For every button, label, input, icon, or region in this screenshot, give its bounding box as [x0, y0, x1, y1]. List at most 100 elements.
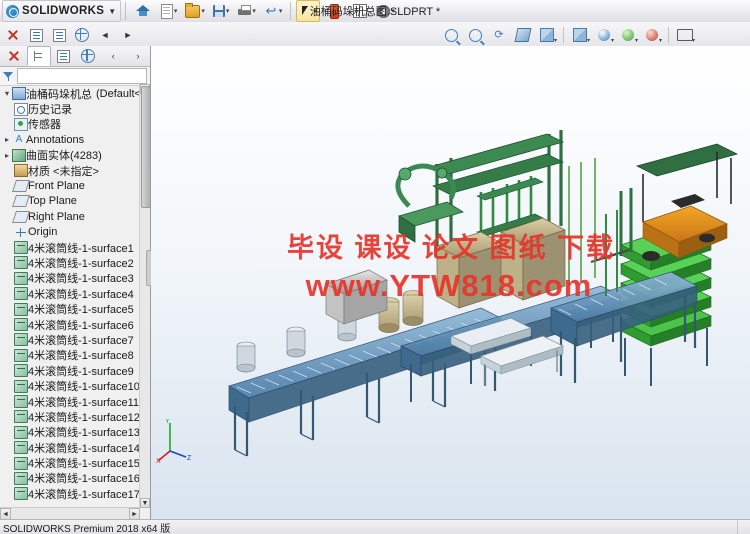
tree-row-surface12[interactable]: 4米滚筒线-1-surface12	[0, 409, 140, 424]
chevron-down-icon[interactable]: ▼	[108, 7, 116, 16]
apply-scene-button[interactable]: ▾	[641, 24, 663, 46]
sidebar-item-property-manager[interactable]	[52, 46, 76, 66]
expander-icon[interactable]: ▾	[2, 89, 12, 98]
zoom-to-area-button[interactable]	[440, 24, 462, 46]
chevron-down-icon[interactable]: ▾	[201, 7, 205, 15]
close-icon	[7, 49, 21, 63]
print-button[interactable]: ▾	[235, 0, 259, 22]
tree-row-annotations[interactable]: ▸ A Annotations	[0, 132, 140, 147]
tree-filter-button[interactable]	[2, 24, 24, 46]
tree-item-label: 材质 <未指定>	[28, 165, 99, 178]
chevron-down-icon[interactable]: ▾	[611, 37, 614, 44]
origin-icon	[14, 227, 28, 238]
new-document-button[interactable]: ▾	[157, 0, 181, 22]
view-orientation-icon	[540, 28, 554, 42]
chevron-down-icon[interactable]: ▾	[174, 7, 178, 15]
expander-icon[interactable]: ▸	[2, 135, 12, 144]
print-icon	[238, 5, 252, 17]
hide-show-items-button[interactable]: ▾	[593, 24, 615, 46]
graphics-viewport[interactable]: 毕设 课设 论文 图纸 下载 www.YTW818.com X Y Z	[151, 46, 750, 520]
full-screen-button[interactable]: ▾	[674, 24, 696, 46]
tree-row-material[interactable]: 材质 <未指定>	[0, 163, 140, 178]
tree-row-surface16[interactable]: 4米滚筒线-1-surface16	[0, 471, 140, 486]
settings-button[interactable]: ▾	[374, 0, 398, 22]
sidebar-item-configuration-manager[interactable]	[76, 46, 100, 66]
status-resize-grip[interactable]	[737, 520, 750, 534]
view-orientation-button[interactable]: ▾	[536, 24, 558, 46]
home-icon	[136, 5, 151, 17]
chevron-down-icon[interactable]: ▾	[226, 7, 230, 15]
home-button[interactable]	[131, 0, 155, 22]
rebuild-button[interactable]	[322, 0, 346, 22]
tree-row-right-plane[interactable]: Right Plane	[0, 209, 140, 224]
property-manager-tab-button[interactable]	[48, 24, 70, 46]
tree-row-surface14[interactable]: 4米滚筒线-1-surface14	[0, 440, 140, 455]
tree-row-surface17[interactable]: 4米滚筒线-1-surface17	[0, 486, 140, 501]
open-button[interactable]: ▾	[183, 0, 207, 22]
tree-row-surface2[interactable]: 4米滚筒线-1-surface2	[0, 255, 140, 270]
tabs-scroll-right-button[interactable]: ›	[126, 46, 150, 66]
tree-filter-clear-button[interactable]	[2, 46, 26, 66]
chevron-down-icon[interactable]: ▾	[391, 7, 395, 15]
plane-icon	[12, 210, 30, 223]
display-style-button[interactable]: ▾	[569, 24, 591, 46]
tree-row-top-plane[interactable]: Top Plane	[0, 194, 140, 209]
tree-row-sensors[interactable]: 传感器	[0, 117, 140, 132]
tree-row-surface9[interactable]: 4米滚筒线-1-surface9	[0, 363, 140, 378]
tree-row-surface8[interactable]: 4米滚筒线-1-surface8	[0, 348, 140, 363]
chevron-down-icon[interactable]: ▾	[659, 37, 662, 44]
tabs-scroll-left-button[interactable]: ‹	[101, 46, 125, 66]
tree-row-surface4[interactable]: 4米滚筒线-1-surface4	[0, 286, 140, 301]
tree-row-surface7[interactable]: 4米滚筒线-1-surface7	[0, 332, 140, 347]
rotate-view-button[interactable]: ⟳	[488, 24, 510, 46]
history-icon	[14, 102, 28, 116]
tree-row-surface5[interactable]: 4米滚筒线-1-surface5	[0, 301, 140, 316]
chevron-down-icon[interactable]: ▾	[692, 37, 695, 44]
chevron-down-icon[interactable]: ▾	[635, 37, 638, 44]
filter-funnel-icon[interactable]	[3, 71, 14, 82]
tree-row-surface11[interactable]: 4米滚筒线-1-surface11	[0, 394, 140, 409]
property-icon	[29, 28, 43, 42]
grid-icon	[353, 4, 368, 18]
options-grid-button[interactable]	[348, 0, 372, 22]
tree-filter-input[interactable]	[17, 68, 147, 84]
feature-manager-tab-button[interactable]	[25, 24, 47, 46]
sensor-icon	[14, 117, 28, 131]
undo-button[interactable]: ↩ ▾	[261, 0, 285, 22]
tree-row-surface1[interactable]: 4米滚筒线-1-surface1	[0, 240, 140, 255]
panel-scroll-right-button[interactable]: ►	[117, 24, 139, 46]
tree-row-surface15[interactable]: 4米滚筒线-1-surface15	[0, 455, 140, 470]
tree-icon	[33, 50, 45, 62]
chevron-down-icon[interactable]: ▾	[313, 7, 317, 15]
tree-item-label: 4米滚筒线-1-surface13	[28, 427, 140, 440]
panel-scroll-left-button[interactable]: ◄	[94, 24, 116, 46]
chevron-down-icon[interactable]: ▾	[554, 37, 557, 44]
scroll-down-icon[interactable]: ▼	[140, 498, 150, 508]
sidebar-item-feature-manager[interactable]	[26, 46, 51, 66]
magnifier-icon	[444, 28, 458, 42]
tree-row-origin[interactable]: Origin	[0, 225, 140, 240]
edit-appearance-button[interactable]: ▾	[617, 24, 639, 46]
tree-row-root[interactable]: ▾ 油桶码垛机总图 (Default<<	[0, 86, 140, 101]
select-button[interactable]: ▾	[296, 0, 321, 22]
section-view-button[interactable]	[512, 24, 534, 46]
zoom-in-out-button[interactable]	[464, 24, 486, 46]
chevron-down-icon[interactable]: ▾	[587, 37, 590, 44]
save-button[interactable]: ▾	[209, 0, 233, 22]
chevron-down-icon[interactable]: ▾	[252, 7, 256, 15]
tree-item-label: 4米滚筒线-1-surface1	[28, 242, 134, 255]
tree-row-surface3[interactable]: 4米滚筒线-1-surface3	[0, 271, 140, 286]
tree-row-surface13[interactable]: 4米滚筒线-1-surface13	[0, 425, 140, 440]
tree-row-front-plane[interactable]: Front Plane	[0, 178, 140, 193]
tree-vertical-scrollbar[interactable]: ▲ ▼	[139, 84, 151, 508]
scrollbar-thumb[interactable]	[141, 86, 151, 208]
expander-icon[interactable]: ▸	[2, 151, 12, 160]
tree-row-surface-bodies[interactable]: ▸ 曲面实体(4283)	[0, 148, 140, 163]
chevron-down-icon[interactable]: ▾	[279, 7, 283, 15]
tree-row-surface6[interactable]: 4米滚筒线-1-surface6	[0, 317, 140, 332]
screen-icon	[677, 29, 693, 41]
solidworks-logo-button[interactable]: SOLIDWORKS ▼	[2, 0, 122, 22]
tree-row-history[interactable]: 历史记录	[0, 101, 140, 116]
configuration-manager-tab-button[interactable]	[71, 24, 93, 46]
tree-row-surface10[interactable]: 4米滚筒线-1-surface10	[0, 378, 140, 393]
